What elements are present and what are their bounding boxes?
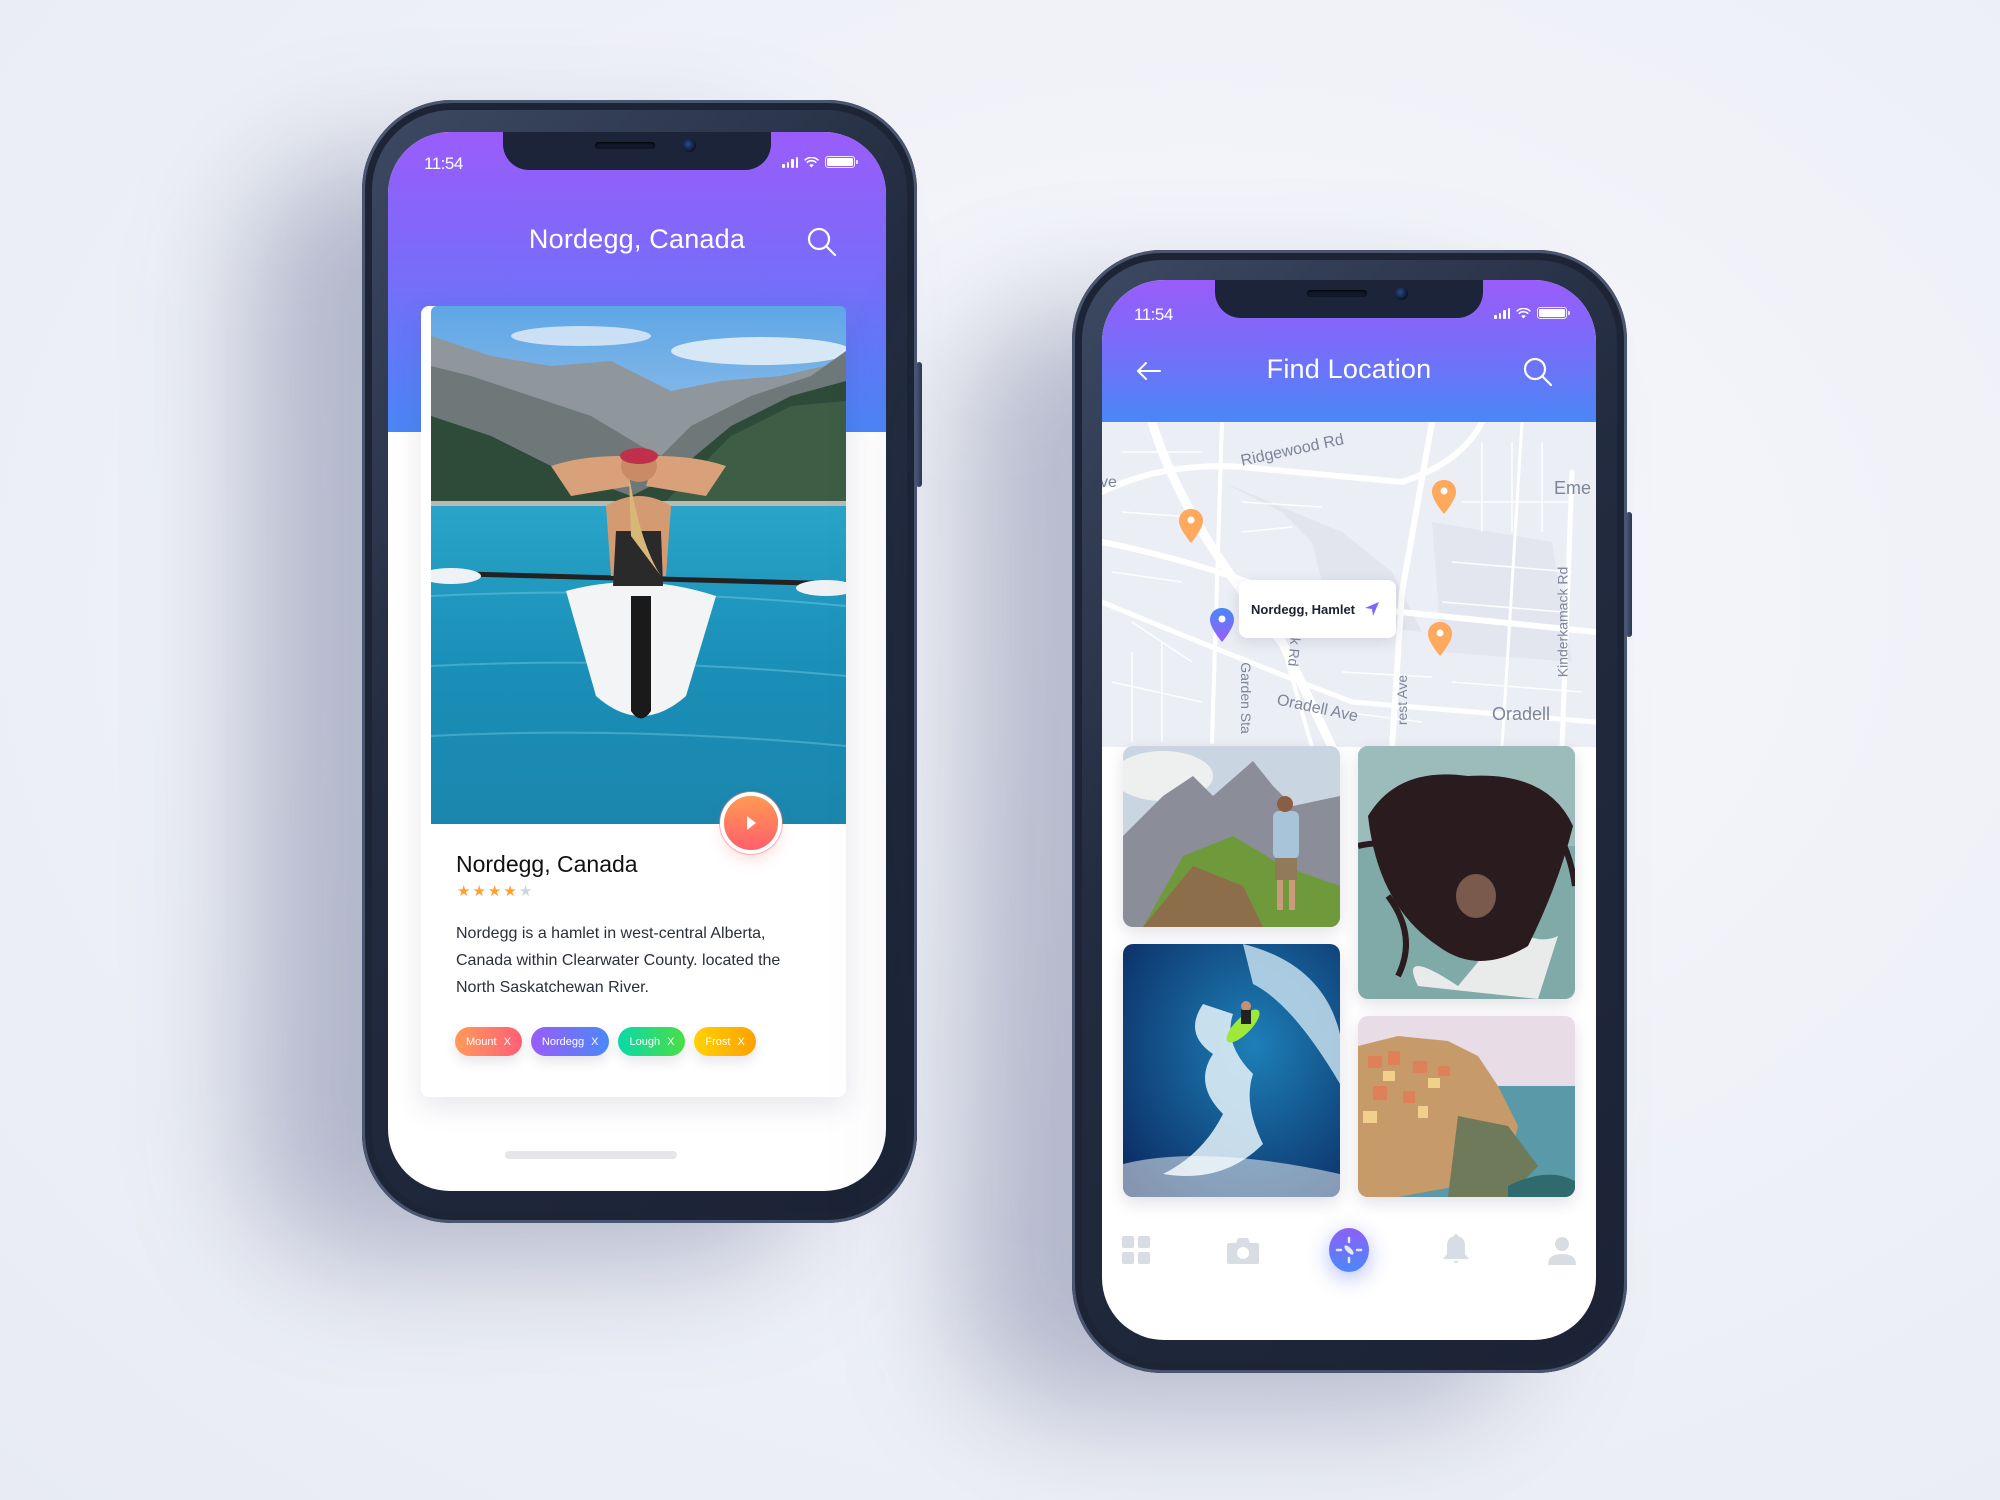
map-label-forest-ave: rest Ave (1394, 674, 1411, 726)
signal-icon (1494, 307, 1510, 319)
side-button (916, 362, 922, 487)
place-title: Nordegg, Canada (456, 851, 638, 877)
side-button (1626, 512, 1632, 637)
star-filled-icon: ★ (503, 883, 517, 900)
location-callout[interactable]: Nordegg, Hamlet (1239, 580, 1396, 638)
battery-icon (825, 156, 858, 168)
map-label-k-rd: k Rd (1285, 636, 1304, 668)
tag-chip[interactable]: Lough X (618, 1027, 686, 1056)
gallery-photo[interactable] (1123, 746, 1340, 927)
nav-item-profile[interactable] (1542, 1230, 1582, 1270)
notch (503, 132, 771, 170)
phone-right: 11:54 Find Location Ridgewood Rd ve Eme … (1072, 250, 1632, 1373)
user-icon (1548, 1237, 1576, 1265)
map-pin[interactable] (1428, 622, 1452, 656)
status-icons (1494, 307, 1570, 319)
place-card[interactable]: Nordegg, Canada ★ ★ ★ ★ ★ Nordegg is a hamle… (421, 306, 846, 1097)
star-empty-icon: ★ (518, 883, 533, 900)
tag-remove-icon[interactable]: X (504, 1036, 511, 1048)
tag-chip[interactable]: Frost X (694, 1027, 756, 1056)
home-indicator[interactable] (505, 1151, 677, 1159)
tag-remove-icon[interactable]: X (591, 1036, 598, 1048)
tag-label: Mount (466, 1035, 497, 1048)
star-filled-icon: ★ (472, 883, 486, 900)
battery-icon (1537, 307, 1570, 319)
wifi-icon (1516, 307, 1531, 318)
nav-item-explore[interactable] (1329, 1228, 1369, 1272)
nav-item-camera[interactable] (1223, 1230, 1263, 1270)
grid-icon (1122, 1236, 1150, 1264)
tag-chip[interactable]: Nordegg X (530, 1027, 610, 1056)
gallery-photo[interactable] (1358, 746, 1575, 999)
map-label-kinderkamack: Kinderkamack Rd (1554, 566, 1571, 678)
place-description: Nordegg is a hamlet in west-central Albe… (456, 925, 781, 996)
notch (1215, 280, 1483, 318)
status-time: 11:54 (1134, 305, 1173, 324)
place-photo (431, 306, 846, 824)
tag-remove-icon[interactable]: X (737, 1036, 744, 1048)
star-filled-icon: ★ (457, 883, 471, 900)
tag-label: Lough (629, 1035, 661, 1048)
page-title: Nordegg, Canada (528, 224, 746, 254)
search-icon[interactable] (1522, 356, 1554, 388)
map-label-eme: Eme (1554, 478, 1592, 498)
camera-icon (1226, 1238, 1259, 1264)
play-button[interactable] (724, 796, 778, 850)
star-filled-icon: ★ (487, 883, 502, 900)
bell-icon (1442, 1234, 1469, 1263)
tag-list: Mount X Nordegg X Lough X Frost X (455, 1027, 756, 1056)
signal-icon (782, 156, 798, 168)
gallery-photo[interactable] (1358, 1016, 1575, 1197)
status-time: 11:54 (424, 154, 463, 173)
map-label-ave: ve (1102, 474, 1117, 491)
tag-label: Nordegg (541, 1035, 585, 1048)
tag-label: Frost (705, 1035, 731, 1048)
phone-left: 11:54 Nordegg, Canada Nordegg, Canada ★ … (362, 100, 922, 1223)
map-pin[interactable] (1432, 480, 1456, 514)
map-label-oradell: Oradell (1492, 704, 1551, 724)
callout-label: Nordegg, Hamlet (1251, 601, 1356, 617)
map-view[interactable]: Ridgewood Rd ve Eme Kinderkamack Rd Gard… (1102, 422, 1596, 747)
tag-chip[interactable]: Mount X (455, 1027, 522, 1056)
search-icon[interactable] (806, 226, 838, 258)
wifi-icon (804, 156, 819, 167)
map-pin[interactable] (1179, 509, 1203, 543)
tag-remove-icon[interactable]: X (667, 1036, 674, 1048)
nav-item-home[interactable] (1116, 1230, 1156, 1270)
navigation-arrow-icon (1365, 602, 1380, 616)
compass-icon (1329, 1228, 1369, 1272)
phone-right-screen: 11:54 Find Location Ridgewood Rd ve Eme … (1102, 280, 1596, 1340)
map-label-garden-state: Garden Sta (1237, 662, 1254, 734)
bottom-nav (1116, 1225, 1582, 1275)
phone-left-screen: 11:54 Nordegg, Canada Nordegg, Canada ★ … (388, 132, 886, 1191)
status-icons (782, 156, 858, 168)
selected-map-pin[interactable] (1210, 608, 1234, 642)
star-rating: ★ ★ ★ ★ ★ (457, 884, 532, 899)
nav-item-notifications[interactable] (1436, 1230, 1476, 1270)
gallery-photo[interactable] (1123, 944, 1340, 1197)
